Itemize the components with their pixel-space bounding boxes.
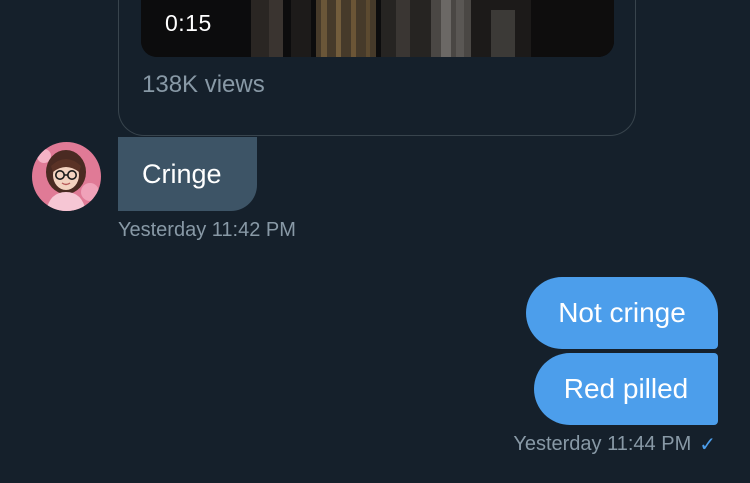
received-timestamp: Yesterday 11:42 PM [118, 219, 296, 241]
video-view-count: 138K views [142, 71, 265, 98]
shared-video-card[interactable]: 0:15 138K views [118, 0, 636, 136]
video-duration: 0:15 [165, 10, 212, 36]
avatar[interactable] [32, 142, 101, 211]
sent-timestamp: Yesterday 11:44 PM [513, 433, 692, 455]
video-thumbnail[interactable]: 0:15 [141, 0, 614, 57]
sent-message-bubble-1[interactable]: Not cringe [526, 277, 718, 349]
sent-timestamp-row: Yesterday 11:44 PM ✓ [513, 432, 716, 457]
sent-message-bubble-2[interactable]: Red pilled [534, 353, 718, 425]
video-frame-image [141, 0, 614, 57]
received-message-bubble[interactable]: Cringe [118, 137, 257, 211]
checkmark-icon: ✓ [699, 434, 716, 456]
avatar-image [32, 142, 101, 211]
